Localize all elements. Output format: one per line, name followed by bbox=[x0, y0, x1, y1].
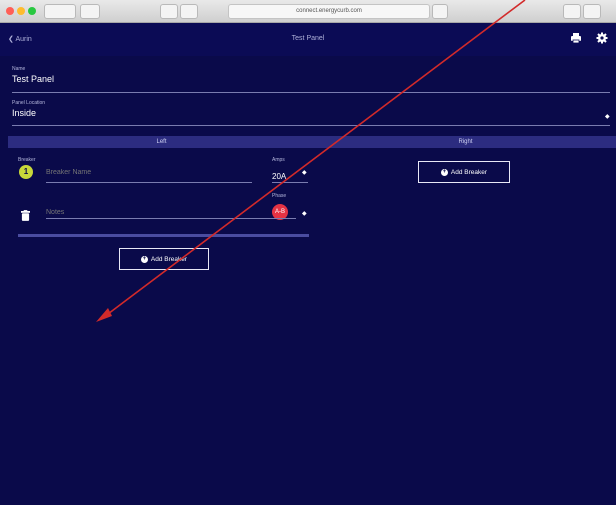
phase-label: Phase bbox=[272, 193, 287, 199]
add-breaker-left-button[interactable]: + Add Breaker bbox=[119, 248, 209, 270]
location-label: Panel Location bbox=[12, 100, 46, 106]
trash-icon[interactable] bbox=[21, 210, 30, 221]
gear-icon[interactable] bbox=[596, 32, 608, 44]
sidebar-toggle-button[interactable] bbox=[80, 4, 100, 19]
add-breaker-left-label: Add Breaker bbox=[150, 255, 188, 263]
share-button[interactable] bbox=[563, 4, 581, 19]
add-breaker-right-label: Add Breaker bbox=[450, 168, 488, 176]
close-window-icon[interactable] bbox=[6, 7, 14, 15]
zoom-window-icon[interactable] bbox=[28, 7, 36, 15]
tabs-button[interactable] bbox=[583, 4, 601, 19]
name-underline bbox=[12, 92, 610, 93]
page-title: Test Panel bbox=[291, 35, 325, 42]
amps-label: Amps bbox=[272, 157, 285, 163]
add-breaker-right-button[interactable]: + Add Breaker bbox=[418, 161, 510, 183]
name-value[interactable]: Test Panel bbox=[12, 74, 610, 84]
column-header-left: Left bbox=[8, 136, 315, 148]
select-arrows-icon: ◆ bbox=[605, 114, 610, 120]
notes-underline bbox=[46, 218, 296, 219]
minimize-window-icon[interactable] bbox=[17, 7, 25, 15]
breaker-name-underline bbox=[46, 182, 252, 183]
amps-select[interactable]: 20A ◆ bbox=[272, 166, 308, 181]
location-select[interactable]: Panel Location Inside bbox=[12, 100, 610, 118]
plus-circle-icon: + bbox=[440, 168, 448, 176]
location-underline bbox=[12, 125, 610, 126]
column-header-right: Right bbox=[315, 136, 616, 148]
notes-input[interactable] bbox=[46, 206, 246, 218]
location-value[interactable]: Inside bbox=[12, 108, 610, 118]
breaker-section-label: Breaker bbox=[18, 157, 36, 163]
address-bar[interactable]: connect.energycurb.com bbox=[228, 4, 430, 19]
back-forward-buttons[interactable] bbox=[44, 4, 76, 19]
browser-toolbar: connect.energycurb.com bbox=[0, 0, 616, 23]
warning-icon[interactable] bbox=[180, 4, 198, 19]
plus-circle-icon: + bbox=[140, 255, 148, 263]
name-label: Name bbox=[12, 66, 26, 72]
select-arrows-icon: ◆ bbox=[302, 211, 307, 217]
select-arrows-icon: ◆ bbox=[302, 170, 307, 176]
breaker-name-input[interactable] bbox=[46, 166, 246, 178]
name-field[interactable]: Name Test Panel bbox=[12, 66, 610, 84]
app-navbar: ❮ Aurin Test Panel bbox=[0, 23, 616, 56]
reload-button[interactable] bbox=[432, 4, 448, 19]
print-icon[interactable] bbox=[570, 32, 582, 44]
amps-value[interactable]: 20A bbox=[272, 172, 286, 181]
amps-underline bbox=[272, 182, 308, 183]
shield-icon[interactable] bbox=[160, 4, 178, 19]
breaker-divider bbox=[18, 234, 309, 237]
breaker-number-badge: 1 bbox=[19, 165, 33, 179]
